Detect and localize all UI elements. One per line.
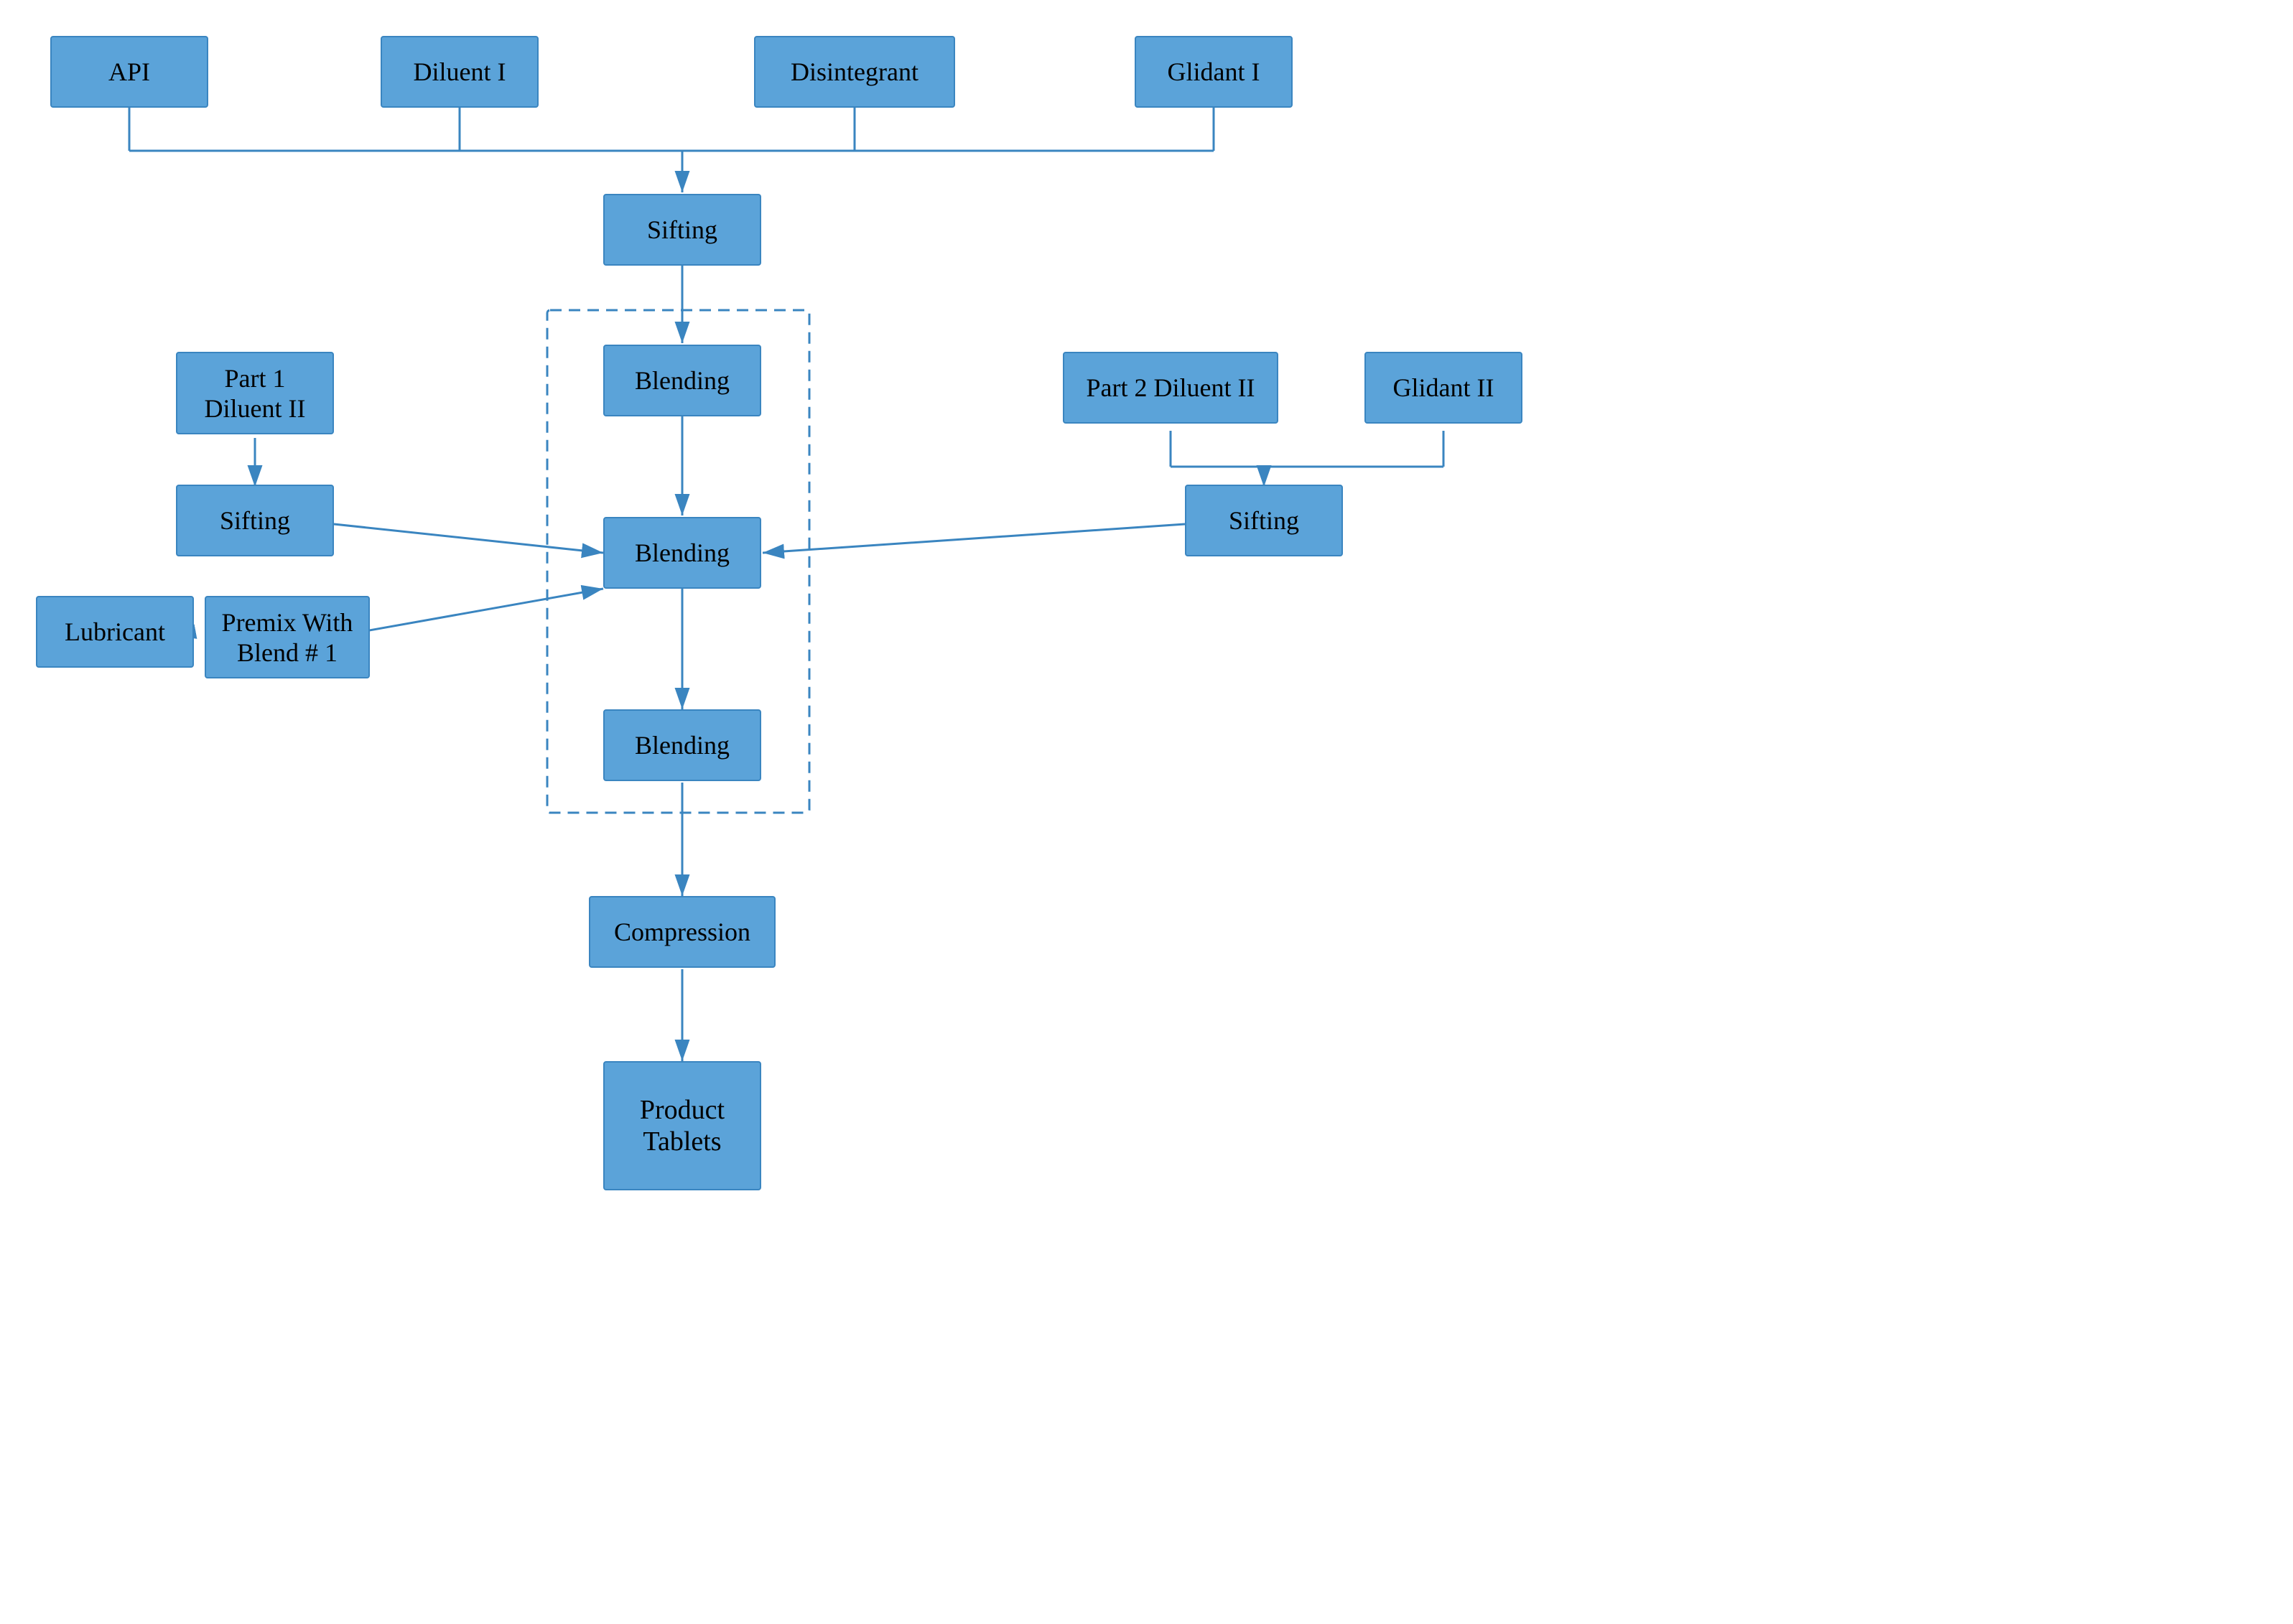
lubricant-box: Lubricant xyxy=(36,596,194,668)
premix-label: Premix With Blend # 1 xyxy=(222,607,353,668)
sifting3-box: Sifting xyxy=(1185,485,1343,556)
blending3-box: Blending xyxy=(603,709,761,781)
blending2-box: Blending xyxy=(603,517,761,589)
sifting2-label: Sifting xyxy=(220,505,290,536)
glidant2-label: Glidant II xyxy=(1393,373,1494,403)
product-tablets-label: Product Tablets xyxy=(640,1094,725,1157)
glidant2-box: Glidant II xyxy=(1364,352,1522,424)
glidant1-label: Glidant I xyxy=(1168,57,1260,87)
part1diluent2-label: Part 1 Diluent II xyxy=(205,363,306,424)
glidant1-box: Glidant I xyxy=(1135,36,1293,108)
blending3-label: Blending xyxy=(635,730,730,760)
disintegrant-label: Disintegrant xyxy=(791,57,918,87)
compression-label: Compression xyxy=(614,917,750,947)
part2diluent2-box: Part 2 Diluent II xyxy=(1063,352,1278,424)
part2diluent2-label: Part 2 Diluent II xyxy=(1087,373,1255,403)
api-label: API xyxy=(108,57,150,87)
blending1-box: Blending xyxy=(603,345,761,416)
diluent1-box: Diluent I xyxy=(381,36,539,108)
disintegrant-box: Disintegrant xyxy=(754,36,955,108)
compression-box: Compression xyxy=(589,896,776,968)
sifting2-box: Sifting xyxy=(176,485,334,556)
blending1-label: Blending xyxy=(635,365,730,396)
lubricant-label: Lubricant xyxy=(65,617,165,647)
premix-box: Premix With Blend # 1 xyxy=(205,596,370,678)
product-tablets-box: Product Tablets xyxy=(603,1061,761,1190)
sifting1-label: Sifting xyxy=(647,215,717,245)
api-box: API xyxy=(50,36,208,108)
diluent1-label: Diluent I xyxy=(414,57,506,87)
blending2-label: Blending xyxy=(635,538,730,568)
part1diluent2-box: Part 1 Diluent II xyxy=(176,352,334,434)
sifting3-label: Sifting xyxy=(1229,505,1299,536)
sifting1-box: Sifting xyxy=(603,194,761,266)
